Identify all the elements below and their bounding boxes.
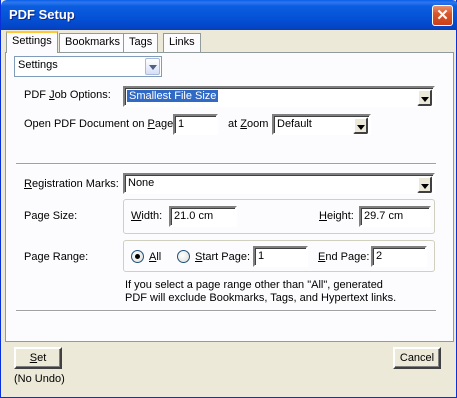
width-label: Width: (131, 210, 163, 222)
cancel-button[interactable]: Cancel (393, 347, 441, 369)
all-pages-radio[interactable] (131, 250, 144, 263)
chevron-down-icon[interactable] (417, 176, 432, 193)
close-button[interactable]: ✕ (432, 5, 453, 26)
divider (16, 310, 436, 312)
chevron-down-icon[interactable] (353, 117, 368, 134)
width-input[interactable]: 21.0 cm (169, 206, 237, 227)
start-page-input[interactable]: 1 (253, 246, 308, 267)
registration-label: Registration Marks: (24, 178, 119, 190)
note-line-2: PDF will exclude Bookmarks, Tags, and Hy… (125, 292, 397, 304)
page-range-label: Page Range: (24, 251, 89, 263)
tab-settings[interactable]: Settings (6, 31, 58, 53)
section-select-value: Settings (18, 59, 58, 71)
registration-value: None (128, 177, 155, 189)
zoom-select[interactable]: Default (272, 114, 371, 135)
settings-group (14, 80, 443, 310)
tab-tags-label: Tags (129, 36, 153, 48)
chevron-down-icon[interactable] (145, 58, 160, 75)
tab-settings-label: Settings (12, 35, 52, 47)
set-button-label: Set (29, 352, 47, 364)
all-pages-label[interactable]: All (149, 251, 161, 263)
height-input[interactable]: 29.7 cm (359, 206, 431, 227)
zoom-value: Default (277, 118, 312, 130)
job-options-value: Smallest File Size (127, 90, 219, 102)
tab-bookmarks[interactable]: Bookmarks (59, 33, 127, 52)
close-icon: ✕ (436, 7, 449, 24)
chevron-down-icon[interactable] (417, 89, 432, 106)
height-label: Height: (319, 210, 354, 222)
tab-tags[interactable]: Tags (123, 33, 159, 52)
cancel-button-label: Cancel (399, 352, 435, 364)
end-page-label: End Page: (318, 251, 370, 263)
no-undo-label: (No Undo) (14, 373, 65, 385)
title-bar[interactable]: PDF Setup ✕ (1, 0, 457, 30)
set-button[interactable]: Set (14, 347, 62, 369)
section-select[interactable]: Settings (14, 56, 162, 77)
zoom-label: at Zoom (228, 118, 269, 130)
pdf-setup-dialog: PDF Setup ✕ Settings Bookmarks Tags Link… (0, 0, 457, 398)
job-options-label: PDF Job Options: (24, 89, 111, 101)
page-size-label: Page Size: (24, 210, 78, 222)
job-options-select[interactable]: Smallest File Size (123, 86, 435, 107)
tab-links-label: Links (169, 36, 195, 48)
end-page-input[interactable]: 2 (371, 246, 427, 267)
note-line-1: If you select a page range other than "A… (125, 279, 383, 291)
open-page-input[interactable]: 1 (173, 114, 218, 135)
window-title: PDF Setup (9, 7, 75, 22)
start-page-label[interactable]: Start Page: (195, 251, 250, 263)
open-page-label: Open PDF Document on Page (24, 118, 174, 130)
start-page-radio[interactable] (177, 250, 190, 263)
divider (16, 163, 436, 165)
registration-select[interactable]: None (123, 173, 435, 194)
tab-links[interactable]: Links (163, 33, 201, 52)
tab-bookmarks-label: Bookmarks (65, 36, 121, 48)
